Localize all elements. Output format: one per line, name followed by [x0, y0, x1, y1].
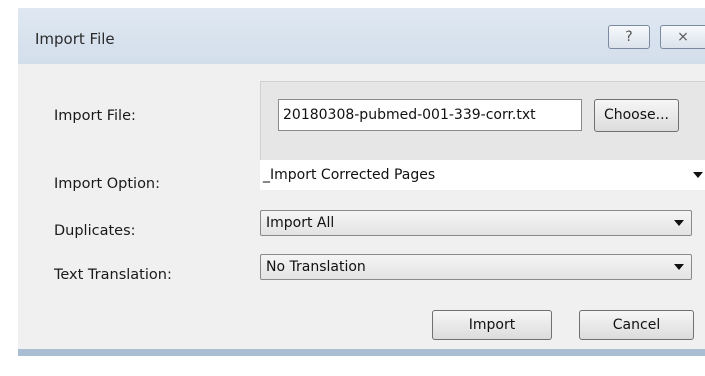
file-picker-group: 20180308-pubmed-001-339-corr.txt Choose.… — [260, 81, 705, 161]
chevron-down-icon — [693, 172, 703, 178]
help-icon: ? — [625, 29, 633, 45]
duplicates-select[interactable]: Import All — [260, 210, 692, 236]
import-option-label: Import Option: — [54, 176, 161, 192]
text-translation-select[interactable]: No Translation — [260, 254, 692, 280]
close-icon: ⨯ — [677, 29, 689, 45]
duplicates-value: Import All — [266, 215, 335, 231]
chevron-down-icon — [674, 220, 684, 226]
window-title: Import File — [35, 30, 115, 48]
choose-button[interactable]: Choose... — [594, 99, 679, 132]
chevron-down-icon — [674, 264, 684, 270]
text-translation-value: No Translation — [266, 259, 366, 275]
text-translation-label: Text Translation: — [54, 267, 172, 283]
help-button[interactable]: ? — [608, 25, 650, 49]
dialog-body: Import File: 20180308-pubmed-001-339-cor… — [18, 64, 705, 349]
close-button[interactable]: ⨯ — [660, 25, 705, 49]
duplicates-label: Duplicates: — [54, 223, 136, 239]
title-bar[interactable]: Import File ? ⨯ — [18, 8, 705, 64]
import-file-dialog: Import File ? ⨯ Import File: 20180308-pu… — [18, 8, 705, 356]
import-option-value: _Import Corrected Pages — [263, 167, 436, 183]
cancel-button[interactable]: Cancel — [579, 310, 694, 340]
import-option-select[interactable]: _Import Corrected Pages — [260, 160, 705, 190]
import-button[interactable]: Import — [432, 310, 552, 340]
import-file-label: Import File: — [54, 108, 136, 124]
import-file-input[interactable]: 20180308-pubmed-001-339-corr.txt — [278, 99, 582, 131]
